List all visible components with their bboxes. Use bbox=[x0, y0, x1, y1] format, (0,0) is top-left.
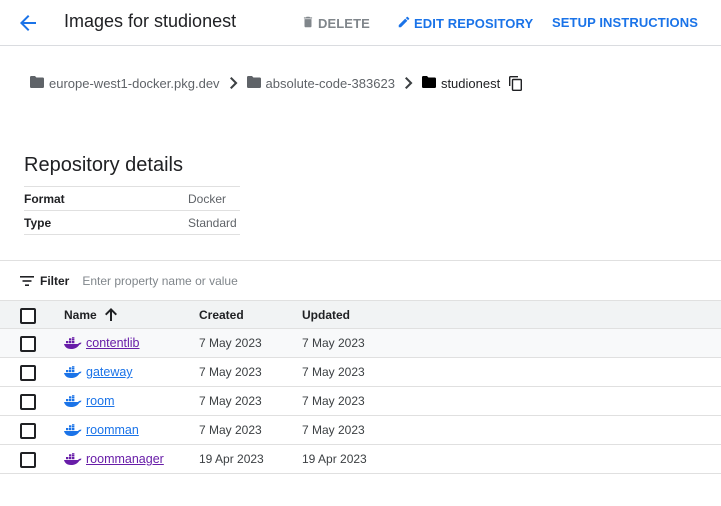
image-name-link[interactable]: contentlib bbox=[86, 336, 140, 350]
images-table: Name Created Updated contentlib 7 May 20… bbox=[0, 300, 721, 474]
breadcrumb-item-host[interactable]: europe-west1-docker.pkg.dev bbox=[30, 75, 220, 91]
table-row[interactable]: roommanager 19 Apr 2023 19 Apr 2023 bbox=[0, 445, 721, 474]
breadcrumb-label: europe-west1-docker.pkg.dev bbox=[49, 75, 220, 91]
image-name-cell: contentlib bbox=[64, 329, 140, 357]
sort-arrow-up-icon[interactable] bbox=[104, 308, 117, 321]
edit-repository-button[interactable]: EDIT REPOSITORY bbox=[397, 15, 533, 32]
column-header-name[interactable]: Name bbox=[64, 301, 117, 328]
breadcrumb-item-project[interactable]: absolute-code-383623 bbox=[246, 75, 395, 91]
updated-cell: 19 Apr 2023 bbox=[302, 452, 367, 466]
image-name-link[interactable]: roomman bbox=[86, 423, 139, 437]
row-checkbox[interactable] bbox=[20, 394, 36, 410]
updated-cell: 7 May 2023 bbox=[302, 365, 365, 379]
column-header-created[interactable]: Created bbox=[199, 301, 244, 328]
delete-button-label: DELETE bbox=[318, 16, 370, 31]
details-key: Format bbox=[24, 191, 65, 206]
page-title: Images for studionest bbox=[64, 11, 237, 31]
setup-instructions-label: SETUP INSTRUCTIONS bbox=[552, 15, 699, 30]
row-checkbox[interactable] bbox=[20, 336, 36, 352]
select-all-checkbox[interactable] bbox=[20, 308, 36, 324]
column-header-label: Name bbox=[64, 307, 97, 322]
table-row[interactable]: gateway 7 May 2023 7 May 2023 bbox=[0, 358, 721, 387]
image-name-cell: roommanager bbox=[64, 445, 164, 473]
column-header-updated[interactable]: Updated bbox=[302, 301, 350, 328]
chevron-right-icon bbox=[229, 77, 238, 89]
docker-whale-icon bbox=[64, 453, 82, 465]
created-cell: 7 May 2023 bbox=[199, 336, 262, 350]
updated-cell: 7 May 2023 bbox=[302, 336, 365, 350]
details-value: Standard bbox=[188, 215, 237, 230]
folder-icon bbox=[246, 75, 266, 91]
row-checkbox[interactable] bbox=[20, 452, 36, 468]
created-cell: 7 May 2023 bbox=[199, 365, 262, 379]
breadcrumb: europe-west1-docker.pkg.dev absolute-cod… bbox=[30, 74, 523, 92]
repository-details-title: Repository details bbox=[24, 154, 183, 176]
page-header: Images for studionest DELETE EDIT REPOSI… bbox=[0, 0, 721, 46]
pencil-icon bbox=[397, 15, 414, 32]
details-row-type: Type Standard bbox=[24, 211, 240, 235]
details-row-format: Format Docker bbox=[24, 187, 240, 211]
setup-instructions-button[interactable]: SETUP INSTRUCTIONS bbox=[552, 15, 698, 30]
docker-whale-icon bbox=[64, 337, 82, 349]
created-cell: 7 May 2023 bbox=[199, 394, 262, 408]
docker-whale-icon bbox=[64, 395, 82, 407]
delete-button[interactable]: DELETE bbox=[301, 15, 370, 32]
row-checkbox[interactable] bbox=[20, 423, 36, 439]
docker-whale-icon bbox=[64, 424, 82, 436]
table-row[interactable]: room 7 May 2023 7 May 2023 bbox=[0, 387, 721, 416]
table-row[interactable]: contentlib 7 May 2023 7 May 2023 bbox=[0, 329, 721, 358]
filter-label: Filter bbox=[40, 273, 70, 288]
copy-icon[interactable] bbox=[509, 75, 523, 91]
image-name-cell: room bbox=[64, 387, 114, 415]
updated-cell: 7 May 2023 bbox=[302, 394, 365, 408]
back-arrow-icon[interactable] bbox=[16, 11, 40, 35]
image-name-link[interactable]: room bbox=[86, 394, 114, 408]
filter-input[interactable] bbox=[82, 273, 383, 288]
docker-whale-icon bbox=[64, 366, 82, 378]
image-name-cell: roomman bbox=[64, 416, 139, 444]
row-checkbox[interactable] bbox=[20, 365, 36, 381]
filter-bar: Filter bbox=[0, 260, 721, 300]
folder-icon bbox=[421, 75, 441, 91]
image-name-link[interactable]: roommanager bbox=[86, 452, 164, 466]
created-cell: 7 May 2023 bbox=[199, 423, 262, 437]
created-cell: 19 Apr 2023 bbox=[199, 452, 264, 466]
details-value: Docker bbox=[188, 191, 227, 206]
updated-cell: 7 May 2023 bbox=[302, 423, 365, 437]
table-header: Name Created Updated bbox=[0, 300, 721, 329]
filter-icon[interactable] bbox=[20, 275, 34, 286]
breadcrumb-label: absolute-code-383623 bbox=[265, 75, 395, 91]
details-key: Type bbox=[24, 215, 52, 230]
breadcrumb-label: studionest bbox=[440, 75, 501, 91]
trash-icon bbox=[301, 15, 318, 32]
breadcrumb-item-repository: studionest bbox=[421, 75, 501, 91]
edit-repository-label: EDIT REPOSITORY bbox=[414, 16, 534, 31]
chevron-right-icon bbox=[404, 77, 413, 89]
image-name-cell: gateway bbox=[64, 358, 133, 386]
image-name-link[interactable]: gateway bbox=[86, 365, 133, 379]
repository-details-table: Format Docker Type Standard bbox=[24, 186, 240, 235]
table-row[interactable]: roomman 7 May 2023 7 May 2023 bbox=[0, 416, 721, 445]
folder-icon bbox=[30, 75, 49, 91]
